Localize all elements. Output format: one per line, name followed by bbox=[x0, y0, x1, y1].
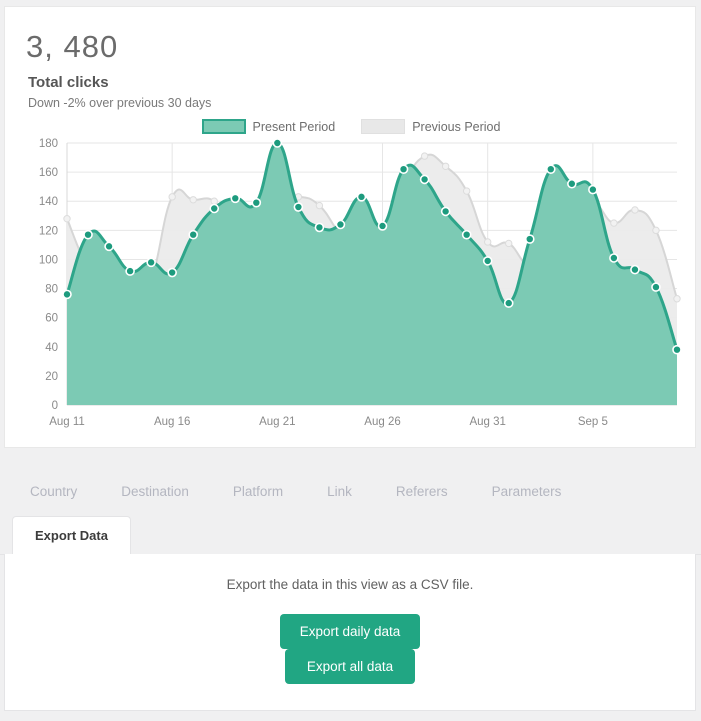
svg-text:40: 40 bbox=[45, 342, 58, 354]
export-buttons: Export daily data Export all data bbox=[5, 614, 695, 684]
svg-text:100: 100 bbox=[39, 254, 58, 266]
chart-svg: 0 20 40 60 80 100 120 140 160 180 Aug 11 Aug 16 Aug … bbox=[39, 138, 682, 428]
svg-text:160: 160 bbox=[39, 167, 58, 179]
tabs-section: Country Destination Platform Link Referers Pa… bbox=[0, 468, 701, 555]
svg-text:60: 60 bbox=[45, 313, 58, 325]
svg-text:0: 0 bbox=[52, 400, 58, 412]
tab-parameters[interactable]: Parameters bbox=[470, 468, 584, 516]
svg-text:80: 80 bbox=[45, 284, 58, 296]
svg-text:120: 120 bbox=[39, 225, 58, 237]
subtab-row: Export Data bbox=[0, 516, 701, 555]
dimension-tab-row: Country Destination Platform Link Referers Pa… bbox=[0, 468, 701, 516]
tab-referers[interactable]: Referers bbox=[374, 468, 470, 516]
svg-text:Aug 31: Aug 31 bbox=[469, 416, 505, 428]
export-daily-data-button[interactable]: Export daily data bbox=[279, 614, 421, 649]
svg-text:180: 180 bbox=[39, 138, 58, 150]
svg-text:Aug 11: Aug 11 bbox=[49, 416, 85, 428]
tab-link[interactable]: Link bbox=[305, 468, 374, 516]
tab-platform[interactable]: Platform bbox=[211, 468, 305, 516]
svg-text:140: 140 bbox=[39, 196, 58, 208]
export-panel: Export the data in this view as a CSV fi… bbox=[4, 554, 696, 711]
export-all-data-button[interactable]: Export all data bbox=[285, 649, 415, 684]
tab-destination[interactable]: Destination bbox=[99, 468, 211, 516]
export-description: Export the data in this view as a CSV fi… bbox=[226, 577, 474, 592]
clicks-area-chart: 0 20 40 60 80 100 120 140 160 180 Aug 11 Aug 16 Aug … bbox=[5, 7, 697, 449]
tab-country[interactable]: Country bbox=[16, 468, 99, 516]
svg-text:Aug 16: Aug 16 bbox=[154, 416, 190, 428]
svg-text:Aug 26: Aug 26 bbox=[364, 416, 400, 428]
tab-export-data[interactable]: Export Data bbox=[12, 516, 131, 555]
svg-text:20: 20 bbox=[45, 371, 58, 383]
svg-text:Sep 5: Sep 5 bbox=[578, 416, 608, 428]
analytics-page: 3, 480 Total clicks Down -2% over previo… bbox=[0, 0, 701, 721]
chart-card: 3, 480 Total clicks Down -2% over previo… bbox=[4, 6, 696, 448]
svg-text:Aug 21: Aug 21 bbox=[259, 416, 295, 428]
